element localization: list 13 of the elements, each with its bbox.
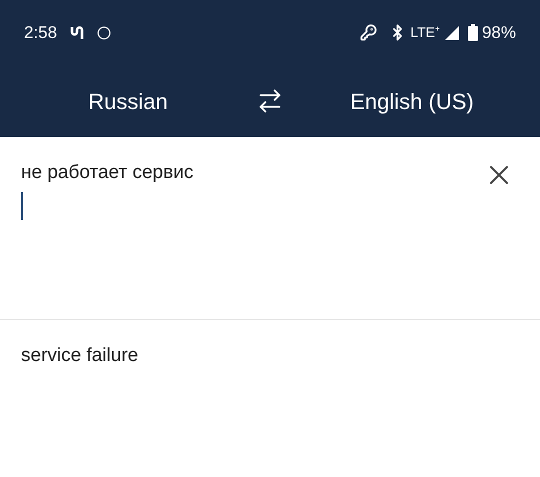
battery-level: 98% [482, 22, 516, 44]
signal-icon [444, 24, 460, 40]
input-text: не работает сервис [21, 161, 194, 185]
input-field[interactable]: не работает сервис [0, 137, 540, 320]
battery-icon [468, 24, 478, 41]
network-type: LTE⁺ [410, 23, 440, 42]
source-language-button[interactable]: Russian [0, 84, 240, 118]
translation-text: service failure [21, 345, 138, 366]
target-language-button[interactable]: English (US) [300, 84, 540, 118]
key-icon [360, 24, 378, 41]
app-notification-icon [69, 24, 86, 40]
circle-icon [97, 26, 112, 40]
clock: 2:58 [24, 22, 58, 44]
